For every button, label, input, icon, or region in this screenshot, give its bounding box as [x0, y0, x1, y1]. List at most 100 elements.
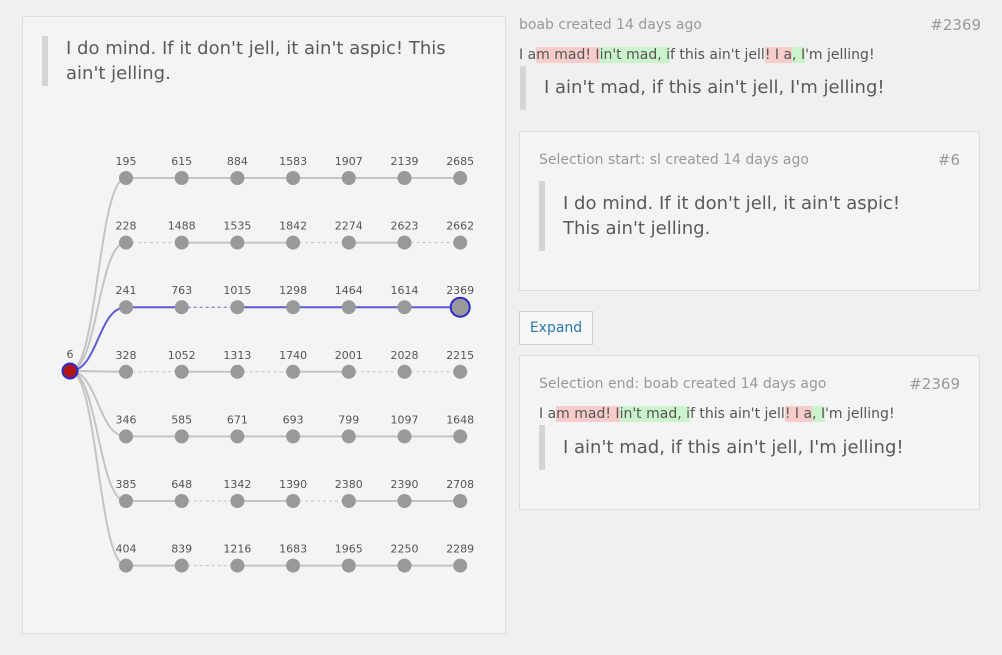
node-label: 1390: [279, 478, 307, 491]
comment-number-link[interactable]: #2369: [930, 16, 981, 34]
version-node[interactable]: [397, 558, 412, 573]
version-node[interactable]: [286, 235, 301, 250]
version-node[interactable]: [341, 429, 356, 444]
diff-inserted: in't mad, i: [619, 406, 691, 422]
diff-deleted: ! I a: [764, 47, 793, 63]
version-node[interactable]: [119, 558, 133, 573]
node-label: 2623: [391, 220, 419, 233]
diff-inserted: , I: [792, 47, 806, 63]
version-node[interactable]: [397, 300, 412, 315]
node-label: 1342: [223, 478, 251, 491]
version-node[interactable]: [174, 364, 189, 379]
node-label: 693: [283, 413, 304, 426]
node-label: 1313: [223, 349, 251, 362]
version-node[interactable]: [341, 235, 356, 250]
version-node[interactable]: [286, 429, 301, 444]
version-node[interactable]: [286, 558, 301, 573]
version-node[interactable]: [119, 364, 133, 379]
version-node[interactable]: [397, 235, 412, 250]
node-label: 2250: [391, 543, 419, 556]
root-version-node[interactable]: [61, 362, 79, 380]
version-node[interactable]: [286, 300, 301, 315]
node-label: 2662: [446, 220, 474, 233]
comment-meta: boab created 14 days ago: [519, 17, 702, 33]
diff-deleted: ! I a: [784, 406, 813, 422]
version-node[interactable]: [286, 171, 301, 185]
version-node[interactable]: [397, 429, 412, 444]
node-label: 228: [116, 220, 137, 233]
version-node[interactable]: [453, 429, 468, 444]
version-node[interactable]: [286, 494, 301, 508]
version-node[interactable]: [341, 494, 356, 508]
node-label: 404: [116, 543, 137, 556]
diff-text: 'm jelling!: [805, 47, 875, 63]
node-label: 2001: [335, 349, 363, 362]
selection-end-card: Selection end: boab created 14 days ago …: [519, 355, 980, 510]
node-label: 2380: [335, 478, 363, 491]
node-label: 2369: [446, 284, 474, 297]
version-node[interactable]: [119, 235, 133, 250]
version-node[interactable]: [119, 171, 133, 185]
node-label: 328: [116, 349, 137, 362]
version-node[interactable]: [453, 235, 468, 250]
diff-inserted: , I: [812, 406, 826, 422]
selection-end-quote: I ain't mad, if this ain't jell, I'm jel…: [539, 425, 959, 470]
version-node[interactable]: [230, 429, 245, 444]
diff-text: f this ain't jell: [670, 47, 765, 63]
version-node[interactable]: [174, 558, 189, 573]
selection-start-card: Selection start: sl created 14 days ago …: [519, 131, 980, 291]
node-label: 763: [171, 284, 192, 297]
version-node[interactable]: [174, 494, 189, 508]
version-node[interactable]: [174, 300, 189, 315]
selection-start-meta: Selection start: sl created 14 days ago: [539, 152, 809, 168]
selection-end-meta: Selection end: boab created 14 days ago: [539, 376, 827, 392]
node-label: 2028: [391, 349, 419, 362]
selection-end-number-link[interactable]: #2369: [909, 375, 960, 393]
version-node[interactable]: [119, 300, 133, 315]
node-label: 2274: [335, 220, 363, 233]
expand-button[interactable]: Expand: [519, 311, 593, 345]
version-node[interactable]: [341, 364, 356, 379]
branch-curve: [69, 370, 127, 438]
version-node[interactable]: [397, 171, 412, 185]
version-node[interactable]: [286, 364, 301, 379]
branch-curve: [69, 370, 127, 567]
version-node[interactable]: [453, 494, 468, 508]
current-version-node[interactable]: [449, 296, 471, 318]
version-node[interactable]: [341, 300, 356, 315]
node-label: 1740: [279, 349, 307, 362]
version-node[interactable]: [174, 429, 189, 444]
diff-text: f this ain't jell: [690, 406, 785, 422]
version-node[interactable]: [174, 235, 189, 250]
node-label: 2289: [446, 543, 474, 556]
node-label: 1842: [279, 220, 307, 233]
diff-deleted: m mad! I: [536, 47, 600, 63]
version-node[interactable]: [453, 364, 468, 379]
version-node[interactable]: [119, 429, 133, 444]
version-node[interactable]: [397, 364, 412, 379]
version-node[interactable]: [453, 558, 468, 573]
version-node[interactable]: [397, 494, 412, 508]
version-node[interactable]: [174, 171, 189, 185]
version-node[interactable]: [230, 300, 245, 315]
diff-text: 'm jelling!: [825, 406, 895, 422]
selection-end-diff: I am mad! Iin't mad, if this ain't jell!…: [539, 406, 895, 422]
diff-text: I a: [539, 406, 557, 422]
version-node[interactable]: [230, 364, 245, 379]
version-node[interactable]: [341, 171, 356, 185]
version-node[interactable]: [453, 171, 468, 185]
comment-diff: I am mad! Iin't mad, if this ain't jell!…: [519, 47, 875, 63]
node-label: 1583: [279, 155, 307, 168]
version-node[interactable]: [230, 235, 245, 250]
node-label: 195: [116, 155, 137, 168]
version-node[interactable]: [230, 558, 245, 573]
version-node[interactable]: [230, 171, 245, 185]
version-node[interactable]: [341, 558, 356, 573]
node-label: 2215: [446, 349, 474, 362]
version-node[interactable]: [119, 494, 133, 508]
node-label: 1216: [223, 543, 251, 556]
node-label: 671: [227, 413, 248, 426]
version-node[interactable]: [230, 494, 245, 508]
node-label: 1097: [391, 413, 419, 426]
selection-start-number-link[interactable]: #6: [938, 151, 960, 169]
